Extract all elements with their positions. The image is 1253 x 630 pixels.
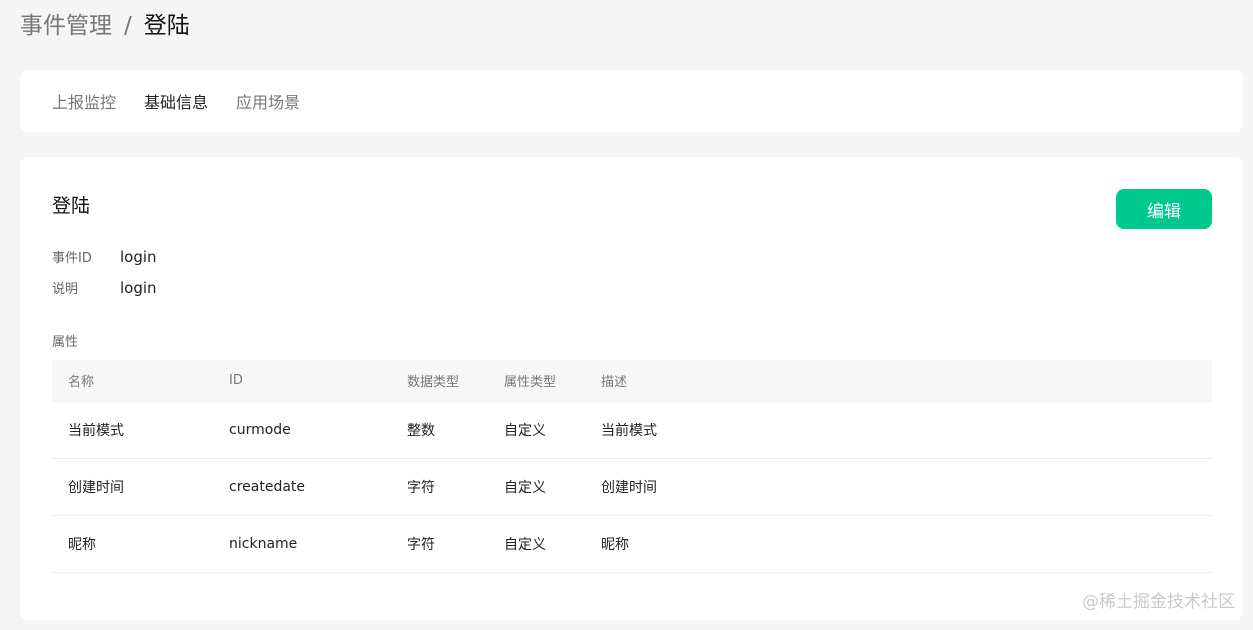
column-header-description: 描述 — [601, 375, 628, 390]
column-header-data-type: 数据类型 — [407, 375, 460, 390]
cell-id: nickname — [229, 536, 298, 552]
table-row: 创建时间 createdate 字符 自定义 创建时间 — [52, 459, 1212, 516]
event-id-row: 事件ID login — [52, 247, 157, 267]
cell-id: curmode — [229, 422, 291, 438]
tab-application-scenario[interactable]: 应用场景 — [236, 89, 300, 113]
event-title: 登陆 — [52, 195, 91, 217]
cell-data-type: 字符 — [407, 537, 435, 553]
cell-id: createdate — [229, 479, 306, 495]
event-desc-value: login — [120, 278, 157, 297]
edit-button[interactable]: 编辑 — [1116, 189, 1212, 229]
event-desc-label: 说明 — [52, 282, 79, 297]
tab-bar: 上报监控 基础信息 应用场景 — [20, 70, 1243, 132]
cell-name: 昵称 — [68, 537, 96, 553]
column-header-attribute-type: 属性类型 — [504, 375, 557, 390]
cell-description: 创建时间 — [601, 480, 657, 496]
attributes-section-label: 属性 — [52, 335, 79, 350]
event-detail-card: 登陆 编辑 事件ID login 说明 login 属性 名称 ID 数据类型 … — [20, 157, 1243, 620]
breadcrumb-parent-link[interactable]: 事件管理 — [20, 10, 112, 42]
cell-description: 当前模式 — [601, 423, 657, 439]
tab-report-monitor[interactable]: 上报监控 — [52, 89, 116, 113]
cell-attribute-type: 自定义 — [504, 480, 546, 496]
watermark: @稀土掘金技术社区 — [1082, 592, 1235, 612]
event-id-label: 事件ID — [52, 251, 92, 266]
table-row: 昵称 nickname 字符 自定义 昵称 — [52, 516, 1212, 573]
cell-name: 创建时间 — [68, 480, 124, 496]
column-header-id: ID — [229, 373, 243, 388]
event-desc-row: 说明 login — [52, 278, 157, 298]
cell-data-type: 整数 — [407, 423, 435, 439]
event-id-value: login — [120, 247, 157, 266]
breadcrumb-current: 登陆 — [143, 13, 190, 39]
breadcrumb: 事件管理 / 登陆 — [20, 10, 190, 42]
cell-data-type: 字符 — [407, 480, 435, 496]
cell-attribute-type: 自定义 — [504, 537, 546, 553]
tab-basic-info[interactable]: 基础信息 — [144, 89, 208, 113]
table-header: 名称 ID 数据类型 属性类型 描述 — [52, 360, 1212, 402]
attributes-table: 名称 ID 数据类型 属性类型 描述 当前模式 curmode 整数 自定义 当… — [52, 360, 1212, 573]
cell-name: 当前模式 — [68, 423, 124, 439]
breadcrumb-separator: / — [124, 13, 132, 39]
table-row: 当前模式 curmode 整数 自定义 当前模式 — [52, 402, 1212, 459]
column-header-name: 名称 — [68, 375, 95, 390]
cell-description: 昵称 — [601, 537, 629, 553]
cell-attribute-type: 自定义 — [504, 423, 546, 439]
